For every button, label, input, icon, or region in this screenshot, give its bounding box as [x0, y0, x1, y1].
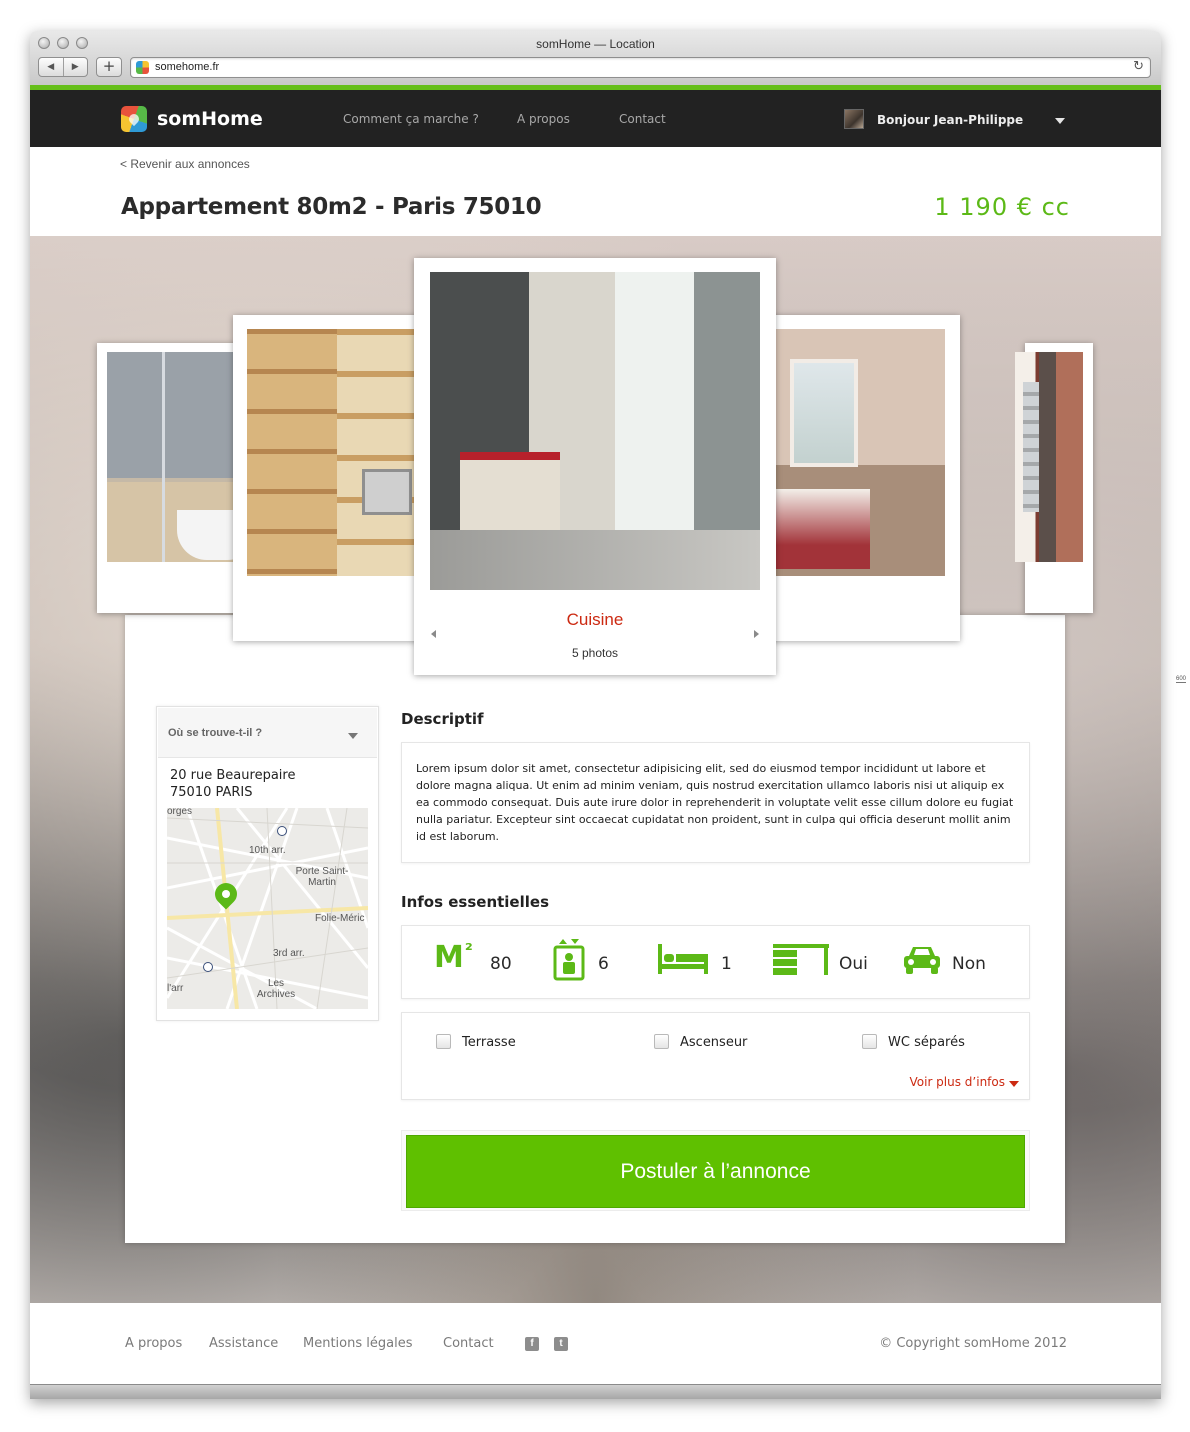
address-line-1: 20 rue Beaurepaire	[170, 768, 296, 783]
terrasse-checkbox[interactable]	[436, 1034, 451, 1049]
location-box: Où se trouve-t-il ? 20 rue Beaurepaire 7…	[156, 706, 379, 1021]
photo-thumb-entrance[interactable]	[1015, 343, 1093, 613]
metro-icon	[277, 826, 287, 836]
info-rooms: 6	[553, 939, 633, 982]
footer-link-legal[interactable]: Mentions légales	[303, 1336, 412, 1351]
apply-wrapper: Postuler à l’annonce	[401, 1130, 1030, 1211]
options-box: Terrasse Ascenseur WC séparés Voir plus …	[401, 1012, 1030, 1100]
rooms-icon	[553, 939, 585, 981]
site-header: somHome Comment ça marche ? A propos Con…	[30, 90, 1161, 147]
bed-icon	[658, 944, 708, 974]
map-label-orges: orges	[167, 808, 193, 817]
nav-about[interactable]: A propos	[517, 112, 570, 126]
footer-link-contact[interactable]: Contact	[443, 1336, 494, 1351]
metro-icon	[203, 962, 213, 972]
kitchen-photo[interactable]	[430, 272, 760, 590]
site-footer: A propos Assistance Mentions légales Con…	[30, 1303, 1161, 1384]
window-title: somHome — Location	[536, 37, 655, 51]
map-label-porte-saint-martin: Porte Saint-Martin	[295, 866, 349, 888]
m2-icon: M²	[434, 940, 474, 975]
chevron-down-icon[interactable]	[1055, 118, 1065, 124]
map-label-les-archives: Les Archives	[256, 978, 296, 1000]
map-label-3rd: 3rd arr.	[273, 948, 305, 959]
photo-title: Cuisine	[566, 610, 624, 629]
photo-thumb-living-room[interactable]	[233, 315, 443, 641]
location-header: Où se trouve-t-il ?	[168, 727, 263, 739]
facebook-icon[interactable]: f	[525, 1337, 539, 1351]
map-label-arr: l'arr	[167, 983, 184, 994]
info-furnished: Oui	[773, 944, 883, 982]
furnished-value: Oui	[839, 954, 868, 974]
description-text: Lorem ipsum dolor sit amet, consectetur …	[416, 762, 1014, 843]
nav-contact[interactable]: Contact	[619, 112, 666, 126]
info-beds: 1	[658, 944, 748, 982]
terrasse-label: Terrasse	[462, 1035, 516, 1050]
beds-value: 1	[721, 954, 732, 974]
footer-link-about[interactable]: A propos	[125, 1336, 182, 1351]
parking-value: Non	[952, 954, 986, 974]
entrance-photo	[1015, 352, 1083, 562]
photo-main-frame: Cuisine 5 photos	[414, 258, 776, 675]
bathroom-photo	[107, 352, 245, 562]
chevron-down-icon[interactable]	[1009, 1081, 1019, 1087]
car-icon	[904, 947, 940, 974]
apply-button[interactable]: Postuler à l’annonce	[406, 1135, 1025, 1208]
browser-window: somHome — Location ◀ ▶ + somehome.fr ↻ s…	[30, 31, 1161, 1399]
twitter-icon[interactable]: t	[554, 1337, 568, 1351]
address-bar[interactable]: somehome.fr ↻	[130, 57, 1151, 78]
back-arrow-icon[interactable]: ◀	[39, 58, 64, 76]
map-label-10th: 10th arr.	[249, 845, 286, 856]
photo-thumb-bathroom[interactable]	[97, 343, 245, 613]
desk-icon	[773, 944, 829, 975]
nav-how-it-works[interactable]: Comment ça marche ?	[343, 112, 479, 126]
ascenseur-label: Ascenseur	[680, 1035, 748, 1050]
more-info-link[interactable]: Voir plus d’infos	[909, 1075, 1005, 1089]
photo-count: 5 photos	[571, 646, 619, 660]
logo-icon[interactable]	[121, 106, 147, 132]
url-text[interactable]: somehome.fr	[155, 61, 219, 73]
site-favicon-icon	[136, 61, 149, 74]
bedroom-photo	[750, 329, 945, 576]
surface-value: 80	[490, 954, 512, 974]
listing-title-band: < Revenir aux annonces Appartement 80m2 …	[30, 147, 1161, 236]
browser-bottom-bar	[30, 1384, 1161, 1399]
wc-separes-label: WC séparés	[888, 1035, 965, 1050]
description-box: Lorem ipsum dolor sit amet, consectetur …	[401, 742, 1030, 863]
infos-box: M² 80 6 1 Oui Non	[401, 925, 1030, 999]
footer-link-assistance[interactable]: Assistance	[209, 1336, 278, 1351]
side-marker: 600	[1176, 676, 1187, 683]
info-parking: Non	[903, 944, 1013, 982]
chevron-down-icon[interactable]	[348, 733, 358, 739]
location-map[interactable]: orges 10th arr. Porte Saint-Martin Folie…	[167, 808, 368, 1009]
copyright: © Copyright somHome 2012	[879, 1336, 1067, 1351]
chevron-left-icon[interactable]	[431, 630, 436, 638]
info-surface: M² 80	[434, 940, 534, 982]
browser-chrome: somHome — Location ◀ ▶ + somehome.fr ↻	[30, 31, 1161, 86]
page-title: Appartement 80m2 - Paris 75010	[121, 194, 542, 220]
infos-heading: Infos essentielles	[401, 893, 549, 911]
chevron-right-icon[interactable]	[754, 630, 759, 638]
user-avatar[interactable]	[844, 109, 864, 129]
listing-price: 1 190 € cc	[934, 193, 1070, 221]
description-heading: Descriptif	[401, 710, 484, 728]
new-tab-button[interactable]: +	[96, 57, 122, 77]
back-to-listings-link[interactable]: < Revenir aux annonces	[120, 157, 250, 171]
rooms-value: 6	[598, 954, 609, 974]
history-nav: ◀ ▶	[38, 57, 88, 77]
map-label-folie-meric: Folie-Méric	[315, 913, 365, 924]
forward-arrow-icon[interactable]: ▶	[64, 58, 88, 76]
ascenseur-checkbox[interactable]	[654, 1034, 669, 1049]
reload-icon[interactable]: ↻	[1133, 59, 1144, 74]
user-greeting[interactable]: Bonjour Jean-Philippe	[877, 113, 1023, 127]
photo-thumb-bedroom[interactable]	[750, 315, 960, 641]
brand-name[interactable]: somHome	[157, 108, 263, 130]
address-line-2: 75010 PARIS	[170, 785, 253, 800]
location-dropdown[interactable]: Où se trouve-t-il ?	[158, 708, 377, 758]
wc-separes-checkbox[interactable]	[862, 1034, 877, 1049]
